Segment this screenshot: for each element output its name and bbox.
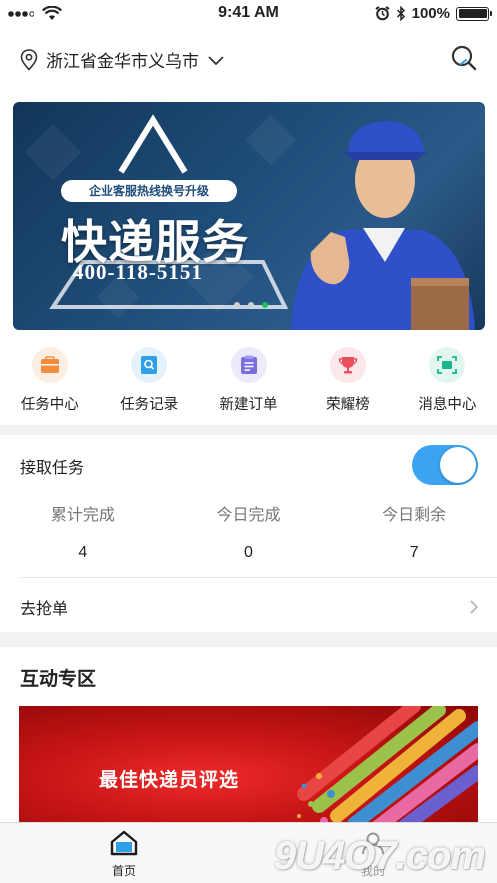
promo-text: 最佳快递员评选 xyxy=(99,769,240,791)
carousel-dot[interactable] xyxy=(234,302,240,308)
stat-value: 7 xyxy=(409,544,419,561)
banner-section: 企业客服热线换号升级 快递服务 400-118-5151 xyxy=(0,90,497,335)
watermark: 9U4O7.com xyxy=(273,834,486,878)
nav-task-record[interactable]: 任务记录 xyxy=(99,335,198,425)
banner-phone: 400-118-5151 xyxy=(73,260,203,284)
search-icon xyxy=(451,45,477,71)
carousel-dot-active[interactable] xyxy=(262,302,268,308)
accept-task-row: 接取任务 xyxy=(0,435,497,495)
new-order-icon xyxy=(230,347,267,383)
nav-task-center[interactable]: 任务中心 xyxy=(0,335,99,425)
quick-nav: 任务中心 任务记录 新建订单 荣耀榜 消息中心 xyxy=(0,335,497,425)
nav-honor-board[interactable]: 荣耀榜 xyxy=(298,335,397,425)
location-text: 浙江省金华市义乌市 xyxy=(46,52,199,72)
status-bar: 9:41 AM 100% xyxy=(0,0,497,30)
banner-carousel[interactable]: 企业客服热线换号升级 快递服务 400-118-5151 xyxy=(13,102,485,330)
promo-banner[interactable]: 最佳快递员评选 xyxy=(19,706,478,822)
chevron-down-icon xyxy=(208,55,224,65)
nav-label: 消息中心 xyxy=(418,397,477,413)
stat-today-remaining: 今日剩余 7 xyxy=(331,501,497,562)
nav-label: 荣耀榜 xyxy=(326,397,370,413)
stat-today-completed: 今日完成 0 xyxy=(166,501,332,562)
message-center-icon xyxy=(429,347,466,383)
stat-label: 今日剩余 xyxy=(382,505,447,524)
toggle-knob xyxy=(440,447,476,483)
promo-decoration xyxy=(297,706,478,822)
accept-task-toggle[interactable] xyxy=(412,445,478,485)
task-center-icon xyxy=(31,347,68,383)
courier-figure xyxy=(291,121,475,330)
interaction-zone: 互动专区 最佳快递员评选 xyxy=(0,647,497,822)
chevron-right-icon xyxy=(470,600,479,614)
task-record-icon xyxy=(131,347,168,383)
carousel-dot[interactable] xyxy=(248,302,254,308)
status-right: 100% xyxy=(375,5,492,22)
stat-label: 今日完成 xyxy=(216,505,281,524)
accept-task-label: 接取任务 xyxy=(20,458,85,477)
tab-label: 首页 xyxy=(111,864,136,878)
trophy-icon xyxy=(329,347,366,383)
stat-total-completed: 累计完成 4 xyxy=(0,501,166,562)
nav-label: 任务记录 xyxy=(120,397,179,413)
bluetooth-icon xyxy=(396,6,405,21)
location-selector[interactable]: 浙江省金华市义乌市 xyxy=(20,47,225,72)
tab-home[interactable]: 首页 xyxy=(84,830,164,879)
tab-bar: 首页 我的 9U4O7.com xyxy=(0,822,497,883)
banner-tagline: 企业客服热线换号升级 xyxy=(61,180,237,202)
stat-value: 0 xyxy=(244,544,253,561)
nav-new-order[interactable]: 新建订单 xyxy=(199,335,298,425)
location-pin-icon xyxy=(20,48,38,71)
top-bar: 浙江省金华市义乌市 xyxy=(0,30,497,90)
alarm-icon xyxy=(375,6,390,21)
nav-message-center[interactable]: 消息中心 xyxy=(398,335,497,425)
task-card: 接取任务 累计完成 4 今日完成 0 今日剩余 7 去抢单 xyxy=(0,435,497,632)
battery-percent: 100% xyxy=(411,5,450,22)
grab-order-label: 去抢单 xyxy=(20,599,69,618)
carousel-indicator xyxy=(234,302,268,308)
home-icon xyxy=(110,830,138,856)
grab-order-row[interactable]: 去抢单 xyxy=(0,578,497,632)
battery-icon xyxy=(456,6,492,21)
nav-label: 新建订单 xyxy=(219,397,278,413)
stat-value: 4 xyxy=(78,544,88,561)
task-stats: 累计完成 4 今日完成 0 今日剩余 7 xyxy=(0,501,497,562)
search-button[interactable] xyxy=(449,43,479,73)
section-title: 互动专区 xyxy=(20,668,97,690)
stat-label: 累计完成 xyxy=(50,505,115,524)
nav-label: 任务中心 xyxy=(20,397,79,413)
